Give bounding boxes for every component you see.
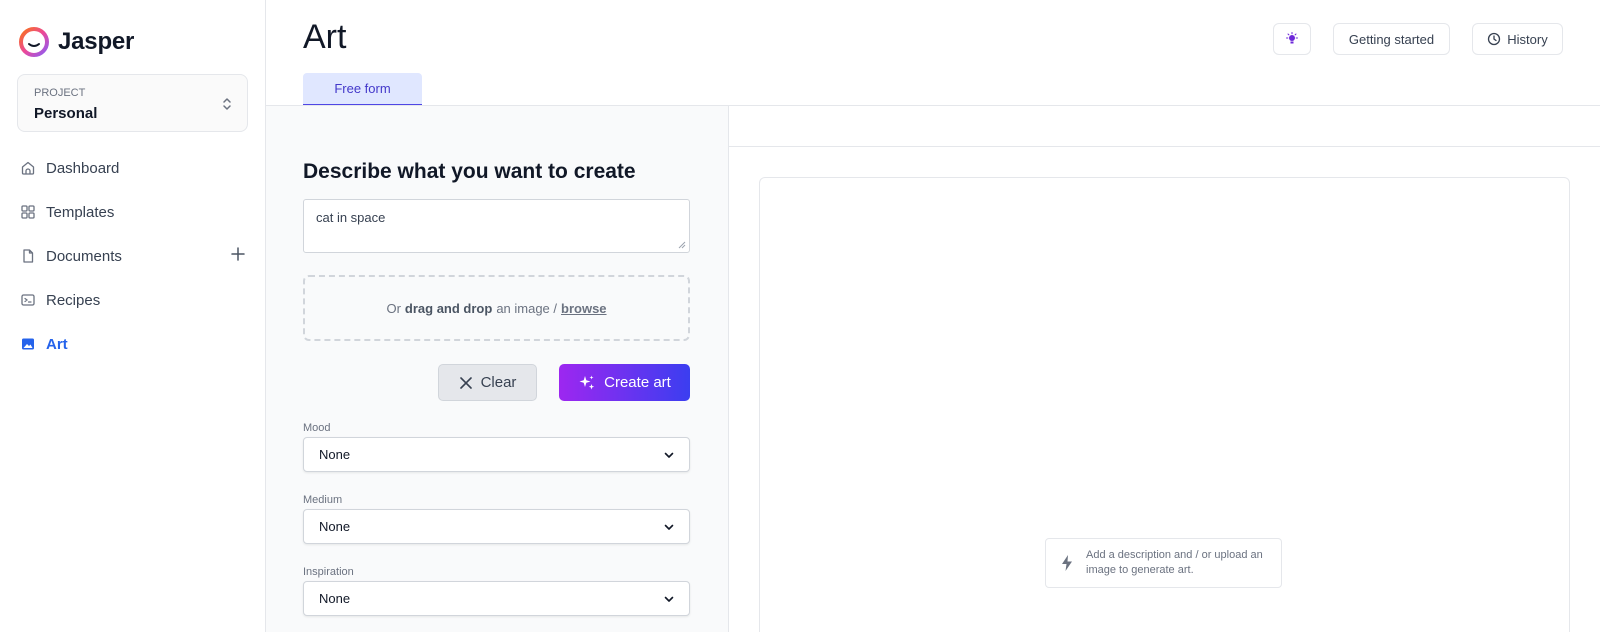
clock-icon [1488, 32, 1501, 46]
medium-label: Medium [303, 494, 343, 506]
history-label: History [1507, 31, 1548, 47]
sparkles-icon [579, 375, 595, 389]
sidebar-nav: Dashboard Templates Documents Recipes Ar… [0, 146, 266, 366]
sidebar: Jasper PROJECT Personal Dashboard Templa… [0, 0, 266, 632]
sidebar-item-label: Templates [46, 203, 115, 221]
image-dropzone[interactable]: Or drag and drop an image / browse [303, 275, 690, 341]
inspiration-label: Inspiration [303, 566, 354, 578]
dropzone-middle: an image / [496, 300, 558, 316]
chevron-down-icon [664, 524, 674, 530]
clear-label: Clear [480, 374, 517, 391]
medium-select[interactable]: None [303, 509, 690, 544]
browse-link[interactable]: browse [561, 301, 607, 316]
prompt-input[interactable]: cat in space [303, 199, 690, 253]
project-value: Personal [34, 105, 98, 122]
home-icon [21, 161, 35, 175]
dropzone-bold: drag and drop [404, 300, 493, 316]
mood-select[interactable]: None [303, 437, 690, 472]
sidebar-item-dashboard[interactable]: Dashboard [0, 146, 266, 190]
sidebar-item-recipes[interactable]: Recipes [0, 278, 266, 322]
grid-icon [21, 205, 35, 219]
app-name: Jasper [58, 28, 135, 55]
image-icon [22, 338, 34, 350]
sidebar-item-label: Dashboard [46, 159, 120, 177]
project-label: PROJECT [34, 87, 86, 99]
jasper-logo-icon [19, 27, 49, 57]
form-heading: Describe what you want to create [303, 160, 636, 183]
add-document-icon[interactable] [230, 246, 246, 262]
page-title: Art [303, 18, 347, 56]
medium-value: None [319, 519, 351, 534]
inspiration-select[interactable]: None [303, 581, 690, 616]
tips-button[interactable] [1273, 23, 1311, 55]
history-button[interactable]: History [1472, 23, 1563, 55]
terminal-icon [21, 294, 35, 306]
art-form-panel: Describe what you want to create cat in … [266, 106, 729, 632]
inspiration-value: None [319, 591, 351, 606]
lightning-icon [1062, 555, 1072, 571]
empty-state-hint: Add a description and / or upload an ima… [1045, 538, 1282, 588]
sidebar-item-art[interactable]: Art [0, 322, 266, 366]
document-icon [23, 249, 34, 263]
create-art-label: Create art [604, 374, 671, 391]
clear-button[interactable]: Clear [438, 364, 537, 401]
chevron-down-icon [664, 596, 674, 602]
lightbulb-icon [1286, 32, 1298, 44]
chevron-down-icon [664, 452, 674, 458]
project-selector[interactable]: PROJECT Personal [17, 74, 248, 132]
sidebar-item-label: Art [46, 335, 68, 353]
sidebar-item-label: Recipes [46, 291, 101, 309]
sidebar-item-label: Documents [46, 247, 122, 265]
logo[interactable]: Jasper [18, 26, 134, 58]
result-toolbar [729, 106, 1600, 147]
sidebar-item-templates[interactable]: Templates [0, 190, 266, 234]
getting-started-button[interactable]: Getting started [1333, 23, 1450, 55]
resize-handle-icon[interactable] [678, 241, 686, 249]
tab-free-form[interactable]: Free form [303, 73, 422, 106]
empty-state-text: Add a description and / or upload an ima… [1086, 549, 1263, 576]
create-art-button[interactable]: Create art [559, 364, 690, 401]
mood-value: None [319, 447, 351, 462]
dropzone-prefix: Or [386, 300, 401, 316]
getting-started-label: Getting started [1348, 31, 1435, 47]
close-icon [459, 376, 472, 389]
mood-label: Mood [303, 422, 331, 434]
chevron-up-down-icon [223, 98, 231, 110]
prompt-value: cat in space [316, 210, 386, 225]
sidebar-item-documents[interactable]: Documents [0, 234, 266, 278]
